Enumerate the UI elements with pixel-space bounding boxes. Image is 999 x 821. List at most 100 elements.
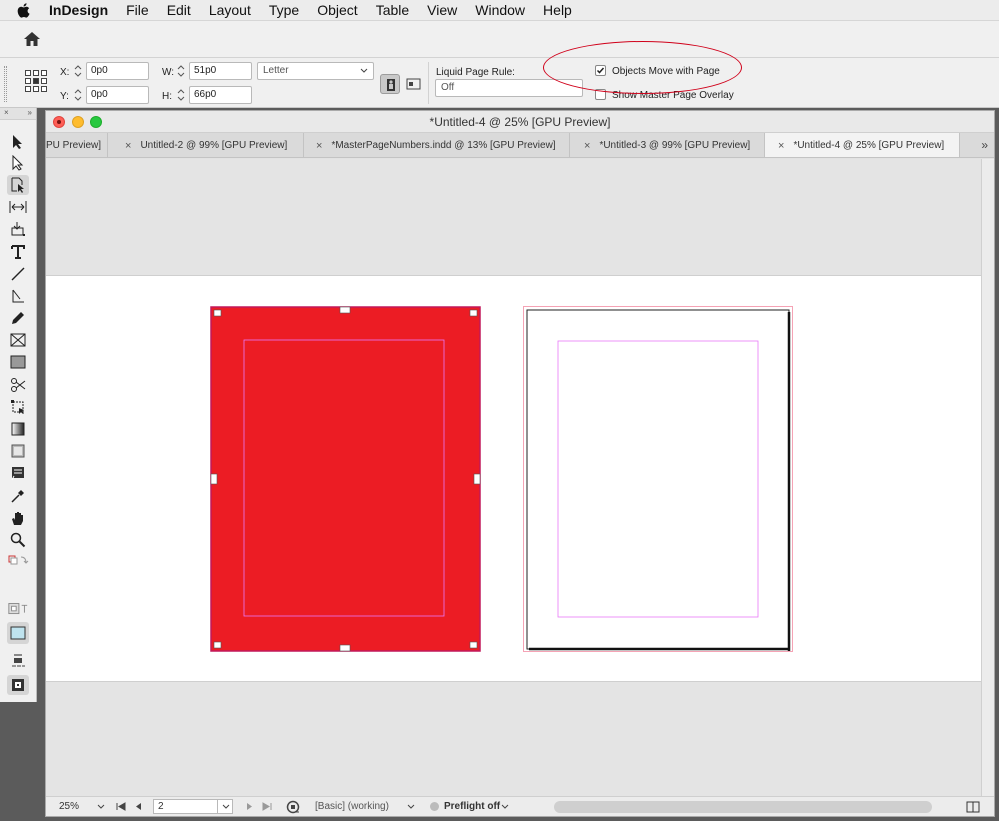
- selection-tool-icon[interactable]: [7, 132, 29, 152]
- page-2-outline: [523, 306, 793, 652]
- width-field[interactable]: 51p0: [189, 62, 252, 80]
- close-panel-icon[interactable]: ×: [4, 108, 9, 119]
- w-stepper-icon[interactable]: [176, 62, 186, 80]
- fill-stroke-swatch-icon[interactable]: [7, 622, 29, 644]
- next-page-icon[interactable]: [246, 802, 254, 811]
- menu-object[interactable]: Object: [308, 2, 366, 18]
- preflight-status[interactable]: Preflight off: [444, 801, 500, 812]
- tab-label: *Untitled-4 @ 25% [GPU Preview]: [793, 140, 945, 151]
- menu-file[interactable]: File: [117, 2, 158, 18]
- height-field[interactable]: 66p0: [189, 86, 252, 104]
- x-field[interactable]: 0p0: [86, 62, 149, 80]
- open-page-icon[interactable]: [286, 800, 300, 814]
- home-icon[interactable]: [22, 30, 42, 48]
- w-label: W:: [162, 67, 175, 78]
- document-title-bar: *Untitled-4 @ 25% [GPU Preview]: [46, 111, 994, 133]
- tab-close-icon[interactable]: ×: [125, 140, 131, 152]
- rectangle-frame-tool-icon[interactable]: [7, 330, 29, 350]
- page-1[interactable]: [210, 306, 481, 652]
- landscape-orientation-button[interactable]: [404, 74, 424, 94]
- page-menu-button[interactable]: [217, 799, 233, 814]
- vertical-scrollbar[interactable]: [981, 159, 994, 796]
- menu-bar: InDesign File Edit Layout Type Object Ta…: [0, 0, 999, 21]
- master-overlay-label: Show Master Page Overlay: [612, 90, 734, 101]
- tab-label: *Untitled-3 @ 99% [GPU Preview]: [599, 140, 751, 151]
- content-collector-icon[interactable]: [7, 219, 29, 239]
- document-title: *Untitled-4 @ 25% [GPU Preview]: [429, 115, 611, 129]
- menu-edit[interactable]: Edit: [158, 2, 200, 18]
- tab-close-icon[interactable]: ×: [584, 140, 590, 152]
- gradient-feather-tool-icon[interactable]: [7, 441, 29, 461]
- tab-label: PU Preview]: [46, 140, 102, 151]
- page-size-select[interactable]: Letter: [257, 62, 374, 80]
- split-view-icon[interactable]: [966, 801, 980, 813]
- direct-selection-tool-icon[interactable]: [7, 153, 29, 173]
- objects-move-label: Objects Move with Page: [612, 66, 720, 77]
- horizontal-scrollbar[interactable]: [554, 801, 932, 813]
- type-tool-icon[interactable]: [7, 242, 29, 262]
- gap-tool-icon[interactable]: [7, 197, 29, 217]
- screen-mode-icon[interactable]: [7, 675, 29, 695]
- hand-tool-icon[interactable]: [7, 508, 29, 528]
- chevron-down-icon[interactable]: [501, 804, 509, 810]
- page-tool-icon[interactable]: [7, 175, 29, 195]
- portrait-orientation-button[interactable]: [380, 74, 400, 94]
- scissors-tool-icon[interactable]: [7, 375, 29, 395]
- panel-grip[interactable]: [4, 66, 7, 102]
- tab-close-icon[interactable]: ×: [778, 140, 784, 152]
- menu-window[interactable]: Window: [466, 2, 534, 18]
- document-tab-bar: PU Preview] × Untitled-2 @ 99% [GPU Prev…: [46, 133, 994, 158]
- tab-close-icon[interactable]: ×: [316, 140, 322, 152]
- menu-layout[interactable]: Layout: [200, 2, 260, 18]
- chevron-down-icon: [360, 68, 368, 73]
- swap-fill-stroke-icon[interactable]: [7, 553, 29, 569]
- liquid-page-rule-select[interactable]: Off: [435, 79, 583, 97]
- tabs-overflow-icon[interactable]: »: [981, 138, 988, 152]
- tab-untitled-4[interactable]: × *Untitled-4 @ 25% [GPU Preview]: [765, 133, 960, 157]
- pencil-tool-icon[interactable]: [7, 308, 29, 328]
- line-tool-icon[interactable]: [7, 264, 29, 284]
- note-tool-icon[interactable]: [7, 464, 29, 484]
- menu-help[interactable]: Help: [534, 2, 581, 18]
- page-2[interactable]: [523, 306, 794, 652]
- free-transform-tool-icon[interactable]: [7, 397, 29, 417]
- tab-untitled-3[interactable]: × *Untitled-3 @ 99% [GPU Preview]: [570, 133, 765, 157]
- apple-icon[interactable]: [17, 2, 37, 18]
- zoom-level[interactable]: 25%: [59, 801, 79, 812]
- x-stepper-icon[interactable]: [73, 62, 83, 80]
- chevron-down-icon[interactable]: [97, 804, 105, 810]
- rectangle-tool-icon[interactable]: [7, 352, 29, 372]
- menu-type[interactable]: Type: [260, 2, 308, 18]
- tab-partial[interactable]: PU Preview]: [46, 133, 108, 157]
- last-page-icon[interactable]: [262, 802, 272, 811]
- objects-move-checkbox[interactable]: [595, 65, 606, 76]
- basic-working-style[interactable]: [Basic] (working): [315, 801, 389, 812]
- apply-color-icon[interactable]: [7, 651, 29, 671]
- menu-app-name[interactable]: InDesign: [37, 2, 117, 18]
- expand-panel-icon[interactable]: »: [28, 108, 32, 119]
- first-page-icon[interactable]: [116, 802, 126, 811]
- tab-untitled-2[interactable]: × Untitled-2 @ 99% [GPU Preview]: [108, 133, 304, 157]
- zoom-tool-icon[interactable]: [7, 530, 29, 550]
- pasteboard[interactable]: [46, 159, 981, 796]
- menu-table[interactable]: Table: [367, 2, 418, 18]
- h-stepper-icon[interactable]: [176, 86, 186, 104]
- tab-label: Untitled-2 @ 99% [GPU Preview]: [140, 140, 288, 151]
- gradient-swatch-tool-icon[interactable]: [7, 419, 29, 439]
- tab-label: *MasterPageNumbers.indd @ 13% [GPU Previ…: [331, 140, 556, 151]
- liquid-page-rule-value: Off: [441, 82, 455, 93]
- pen-tool-icon[interactable]: [7, 286, 29, 306]
- menu-view[interactable]: View: [418, 2, 466, 18]
- y-stepper-icon[interactable]: [73, 86, 83, 104]
- chevron-down-icon[interactable]: [407, 804, 415, 810]
- formatting-affects-container-icon[interactable]: [7, 601, 29, 617]
- reference-point-icon[interactable]: [25, 70, 47, 92]
- previous-page-icon[interactable]: [134, 802, 142, 811]
- y-field[interactable]: 0p0: [86, 86, 149, 104]
- red-rectangle-frame[interactable]: [210, 306, 481, 652]
- preflight-status-icon: [430, 802, 439, 811]
- master-overlay-checkbox[interactable]: [595, 89, 606, 100]
- application-bar: [0, 21, 999, 58]
- eyedropper-tool-icon[interactable]: [7, 486, 29, 506]
- tab-masterpagenumbers[interactable]: × *MasterPageNumbers.indd @ 13% [GPU Pre…: [304, 133, 570, 157]
